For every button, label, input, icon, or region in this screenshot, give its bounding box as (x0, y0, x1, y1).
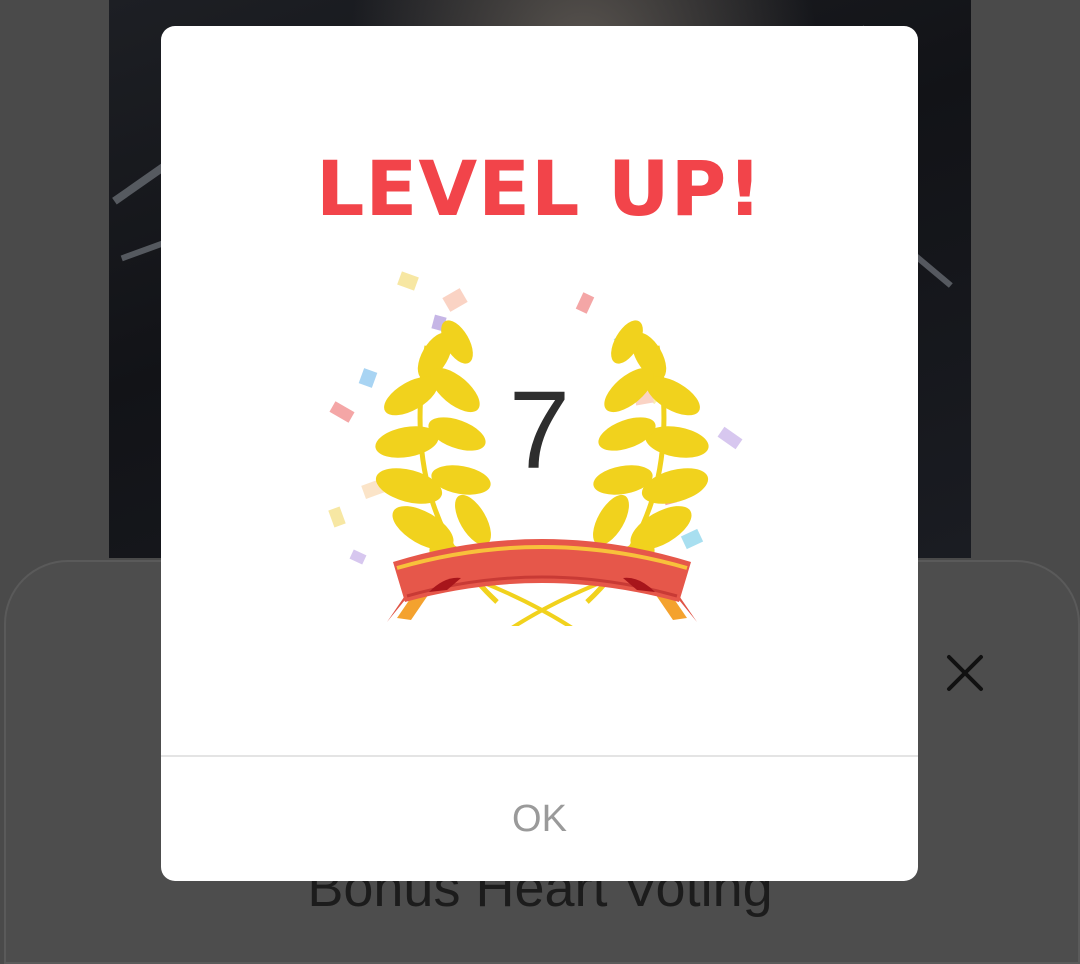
ok-button[interactable]: OK (161, 757, 918, 881)
close-icon[interactable] (944, 652, 986, 694)
level-number: 7 (508, 369, 571, 492)
dialog-title: LEVEL UP! (315, 144, 764, 233)
level-up-dialog: LEVEL UP! 7 OK (161, 26, 918, 881)
